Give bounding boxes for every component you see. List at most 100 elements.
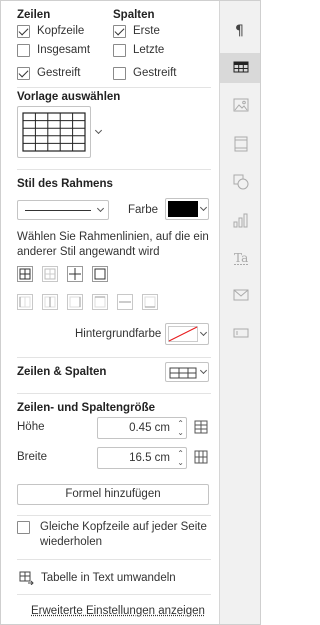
mail-merge-settings-tab[interactable] [220,281,260,311]
table-settings-tab[interactable] [220,53,260,83]
template-title: Vorlage auswählen [17,91,121,103]
divider [17,393,211,394]
paragraph-settings-tab[interactable]: ¶ [220,15,260,45]
header-footer-icon [234,136,248,152]
color-label: Farbe [128,204,159,216]
image-settings-tab[interactable] [220,91,260,121]
border-color-picker[interactable] [165,198,209,220]
right-border-icon [69,296,81,308]
bottom-border-icon [144,296,156,308]
distribute-rows-icon[interactable] [194,420,208,434]
row-column-size-title: Zeilen- und Spaltengröße [17,402,156,414]
outer-borders-icon [44,268,56,280]
box-border-icon [94,268,106,280]
border-style-title: Stil des Rahmens [17,178,113,190]
spin-down-icon[interactable]: ⌄ [177,459,184,467]
all-borders-button[interactable] [17,266,33,282]
mail-merge-icon [233,289,249,301]
top-border-button[interactable] [92,294,108,310]
header-row-label: Kopfzeile [37,25,85,37]
right-border-button[interactable] [67,294,83,310]
box-border-button[interactable] [92,266,108,282]
bottom-border-button[interactable] [142,294,158,310]
left-border-icon [19,296,31,308]
insert-rows-columns-icon [169,367,197,379]
image-icon [233,98,249,112]
svg-text:¶: ¶ [235,23,244,38]
border-hint-text: Wählen Sie Rahmenlinien, auf die ein and… [17,231,209,258]
column-width-value: 16.5 cm [129,452,170,464]
shape-settings-tab[interactable] [220,167,260,197]
add-formula-button[interactable]: Formel hinzufügen [17,484,209,505]
columns-header: Spalten [113,9,155,21]
inner-borders-button[interactable] [67,266,83,282]
row-height-input[interactable]: 0.45 cm ⌃ ⌄ [97,417,187,439]
row-height-value: 0.45 cm [129,422,170,434]
outer-borders-button[interactable] [42,266,58,282]
banded-rows-label: Gestreift [37,67,81,79]
form-settings-tab[interactable] [220,319,260,349]
first-column-label: Erste [133,25,160,37]
table-to-text-icon [19,571,34,585]
width-label: Breite [17,451,48,463]
template-dropdown-chevron-icon[interactable] [94,126,103,135]
spin-down-icon[interactable]: ⌄ [177,429,184,437]
left-border-button[interactable] [17,294,33,310]
total-row-checkbox[interactable] [17,44,30,57]
line-style-preview [25,210,91,211]
inner-horizontal-border-button[interactable] [117,294,133,310]
divider [17,169,211,170]
last-column-label: Letzte [133,44,165,56]
shape-icon [233,174,249,190]
no-fill-swatch-icon [168,326,198,342]
form-icon [233,328,249,338]
color-swatch [168,201,198,217]
spin-up-icon[interactable]: ⌃ [177,450,184,458]
table-grid-icon [22,112,86,152]
paragraph-icon: ¶ [235,23,244,38]
chevron-down-icon [96,204,105,213]
advanced-settings-link[interactable]: Erweiterte Einstellungen anzeigen [31,605,205,617]
last-column-checkbox[interactable] [113,44,126,57]
inner-vertical-border-icon [44,296,56,308]
chevron-down-icon [199,366,208,375]
chart-icon [233,213,248,228]
chevron-down-icon [199,328,208,337]
rows-columns-menu-button[interactable] [165,362,209,382]
text-art-icon: Ta [234,251,248,265]
header-footer-settings-tab[interactable] [220,129,260,159]
inner-borders-icon [69,268,81,280]
first-column-checkbox[interactable] [113,25,126,38]
column-width-input[interactable]: 16.5 cm ⌃ ⌄ [97,447,187,469]
table-template-picker[interactable] [17,106,91,158]
text-art-settings-tab[interactable]: Ta [220,243,260,273]
distribute-columns-icon[interactable] [194,450,208,464]
banded-columns-checkbox[interactable] [113,67,126,80]
top-border-icon [94,296,106,308]
inner-horizontal-border-icon [119,301,131,303]
total-row-label: Insgesamt [37,44,91,56]
border-style-select[interactable] [17,200,109,220]
background-color-label: Hintergrundfarbe [75,328,162,340]
header-row-checkbox[interactable] [17,25,30,38]
chart-settings-tab[interactable] [220,205,260,235]
chevron-down-icon [199,203,208,212]
divider [17,594,211,595]
height-label: Höhe [17,421,45,433]
table-icon [233,61,249,73]
divider [17,559,211,560]
svg-text:Ta: Ta [234,251,248,265]
banded-rows-checkbox[interactable] [17,67,30,80]
right-toolbar: ¶ Ta [219,1,260,624]
banded-columns-label: Gestreift [133,67,177,79]
rows-header: Zeilen [17,9,51,21]
inner-vertical-border-button[interactable] [42,294,58,310]
divider [17,515,211,516]
background-color-picker[interactable] [165,323,209,345]
table-settings-panel: Zeilen Spalten Kopfzeile Insgesamt Gestr… [1,1,219,624]
divider [17,357,211,358]
divider [17,87,211,88]
spin-up-icon[interactable]: ⌃ [177,420,184,428]
convert-table-to-text-link[interactable]: Tabelle in Text umwandeln [41,572,176,584]
repeat-header-checkbox[interactable] [17,521,30,534]
